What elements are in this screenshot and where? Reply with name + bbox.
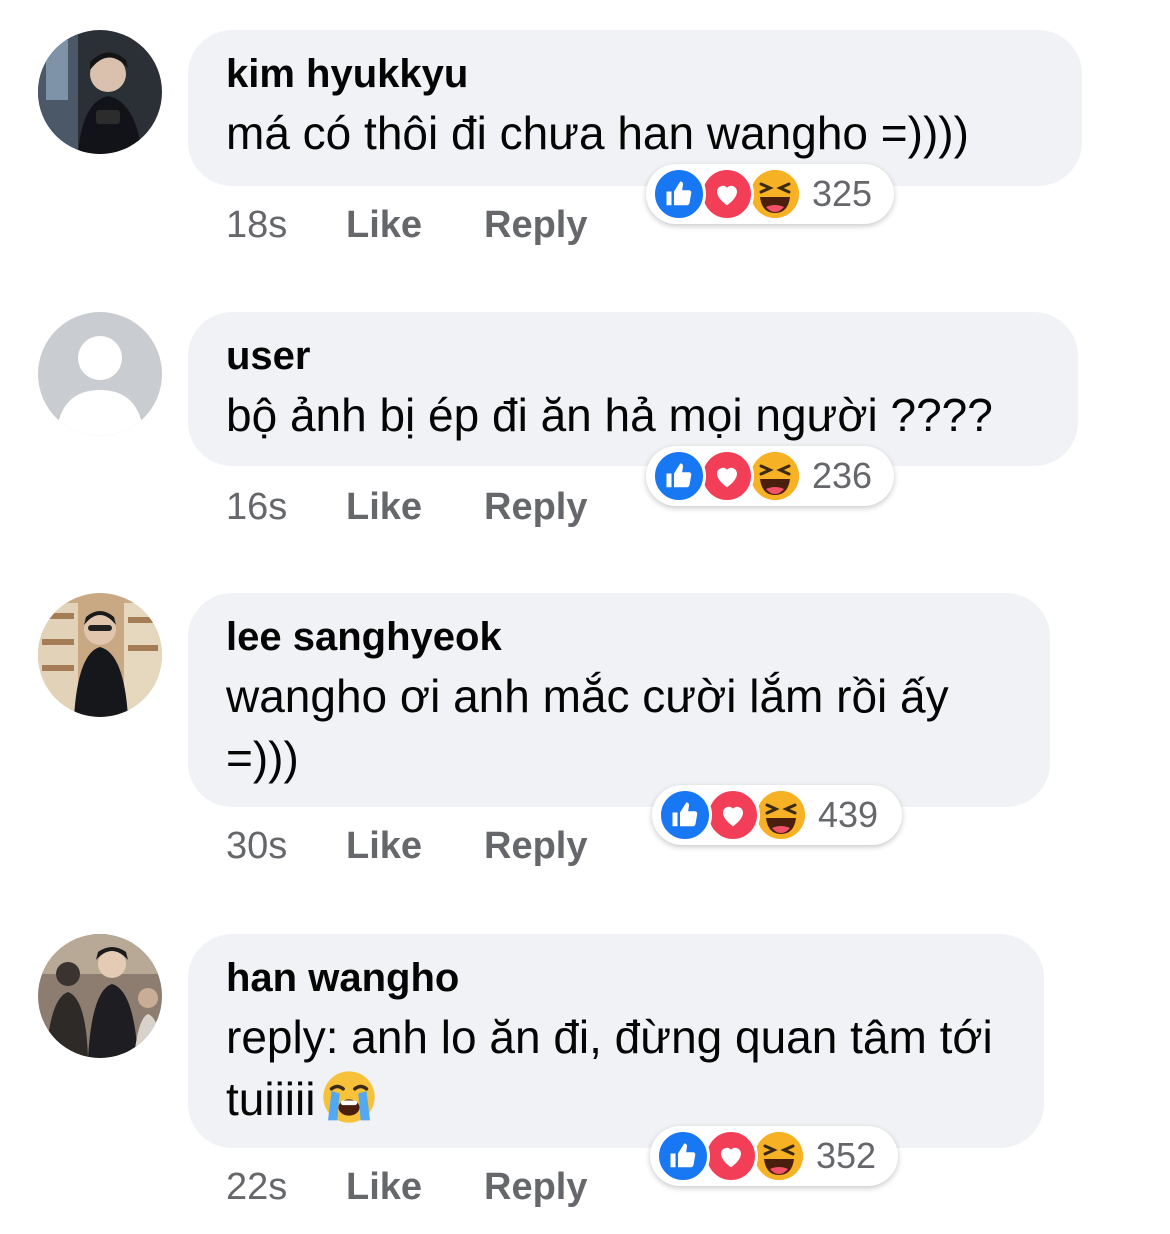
haha-reaction-icon — [754, 788, 808, 842]
comment-timestamp[interactable]: 18s — [226, 202, 346, 248]
comment-actions: 18s Like Reply — [226, 202, 587, 248]
avatar[interactable] — [38, 593, 162, 717]
love-reaction-icon — [700, 167, 754, 221]
reaction-count: 439 — [818, 794, 879, 835]
like-button[interactable]: Like — [346, 484, 484, 530]
reply-button[interactable]: Reply — [484, 202, 587, 248]
reaction-count: 236 — [812, 455, 873, 496]
comment-timestamp[interactable]: 30s — [226, 823, 346, 869]
like-reaction-icon — [652, 167, 706, 221]
comment-text: reply: anh lo ăn đi, đừng quan tâm tới t… — [226, 1006, 1016, 1130]
comment-author[interactable]: han wangho — [226, 954, 1006, 1002]
comment-text: má có thôi đi chưa han wangho =)))) — [226, 107, 969, 159]
love-reaction-icon — [700, 449, 754, 503]
avatar[interactable] — [38, 934, 162, 1058]
comment-bubble: han wangho reply: anh lo ăn đi, đừng qua… — [188, 934, 1044, 1148]
comment-actions: 30s Like Reply — [226, 823, 587, 869]
loudly-crying-face-emoji-icon — [321, 1069, 377, 1125]
reply-button[interactable]: Reply — [484, 1164, 587, 1210]
haha-reaction-icon — [748, 449, 802, 503]
like-button[interactable]: Like — [346, 823, 484, 869]
comment-bubble: lee sanghyeok wangho ơi anh mắc cười lắm… — [188, 593, 1050, 807]
reaction-count: 325 — [812, 173, 873, 214]
comment-author[interactable]: kim hyukkyu — [226, 50, 1044, 98]
comment-actions: 22s Like Reply — [226, 1164, 587, 1210]
love-reaction-icon — [706, 788, 760, 842]
reply-button[interactable]: Reply — [484, 484, 587, 530]
comment-actions: 16s Like Reply — [226, 484, 587, 530]
comment-author[interactable]: lee sanghyeok — [226, 613, 1012, 661]
comment-timestamp[interactable]: 22s — [226, 1164, 346, 1210]
reactions-summary[interactable]: 439 — [652, 785, 902, 845]
reaction-count: 352 — [816, 1135, 877, 1176]
reactions-summary[interactable]: 352 — [650, 1126, 898, 1186]
comment-timestamp[interactable]: 16s — [226, 484, 346, 530]
comment-bubble: kim hyukkyu má có thôi đi chưa han wangh… — [188, 30, 1082, 186]
avatar[interactable] — [38, 30, 162, 154]
like-reaction-icon — [658, 788, 712, 842]
haha-reaction-icon — [748, 167, 802, 221]
like-reaction-icon — [656, 1129, 710, 1183]
like-reaction-icon — [652, 449, 706, 503]
comment-author[interactable]: user — [226, 332, 1040, 380]
haha-reaction-icon — [752, 1129, 806, 1183]
reply-button[interactable]: Reply — [484, 823, 587, 869]
avatar[interactable] — [38, 312, 162, 436]
like-button[interactable]: Like — [346, 1164, 484, 1210]
comment-bubble: user bộ ảnh bị ép đi ăn hả mọi người ???… — [188, 312, 1078, 466]
love-reaction-icon — [704, 1129, 758, 1183]
reactions-summary[interactable]: 325 — [646, 164, 894, 224]
comment-text: bộ ảnh bị ép đi ăn hả mọi người ???? — [226, 389, 993, 441]
comment-text: wangho ơi anh mắc cười lắm rồi ấy =))) — [226, 670, 949, 784]
like-button[interactable]: Like — [346, 202, 484, 248]
reactions-summary[interactable]: 236 — [646, 446, 894, 506]
